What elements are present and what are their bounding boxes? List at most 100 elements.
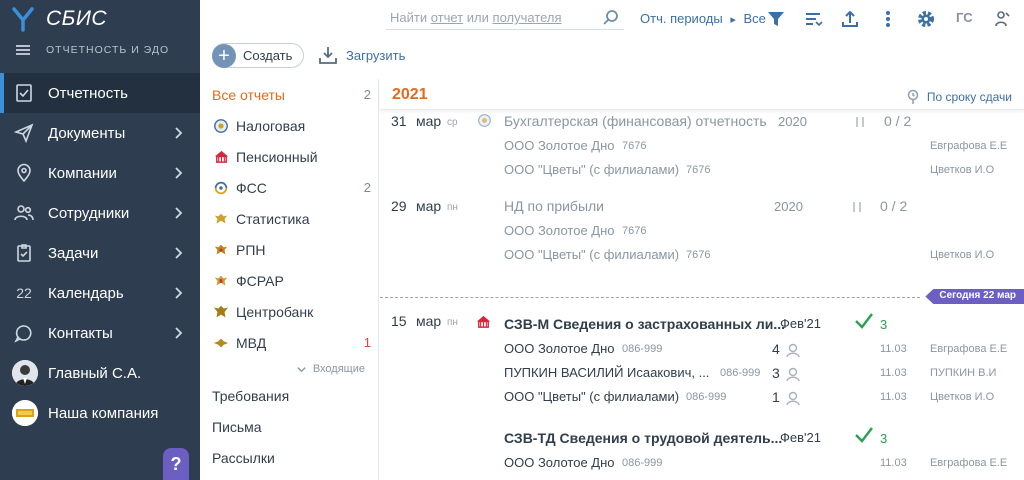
sidebar-item-companies[interactable]: Компании <box>0 153 200 193</box>
section-menu[interactable]: ОТЧЕТНОСТЬ И ЭДО <box>16 44 169 56</box>
sidebar-item-reporting[interactable]: Отчетность <box>0 73 200 113</box>
org-doc-count: 1 <box>772 389 780 405</box>
report-day: 15 <box>391 313 407 329</box>
org-date: 11.03 <box>880 367 907 379</box>
year-header: 2021 По сроку сдачи <box>380 80 1024 110</box>
sidebar-item-label: Сотрудники <box>48 204 130 222</box>
report-user: Евграфова Е.Е <box>930 457 1008 469</box>
period-value: Все <box>743 11 766 26</box>
list-settings-icon[interactable] <box>803 9 823 29</box>
today-divider <box>380 297 920 298</box>
report-group[interactable]: СЗВ-ТД Сведения о трудовой деятель... Фе… <box>380 427 1024 480</box>
filter-label: Пенсионный <box>236 148 318 165</box>
sidebar: СБИС ОТЧЕТНОСТЬ И ЭДО Отчетность Докумен… <box>0 0 200 480</box>
filter-icon[interactable] <box>766 9 786 29</box>
more-icon[interactable] <box>878 9 898 29</box>
chevron-right-icon[interactable] <box>170 285 186 301</box>
filter-requirements[interactable]: Требования <box>200 380 379 411</box>
filter-fsrar[interactable]: ФСРАР <box>200 265 379 296</box>
report-title[interactable]: НД по прибыли <box>504 198 604 214</box>
report-weekday: пн <box>447 317 458 328</box>
report-period: Фев'21 <box>780 430 821 445</box>
chevron-right-icon[interactable] <box>170 125 186 141</box>
report-user: Евграфова Е.Е <box>930 343 1008 355</box>
filter-fss[interactable]: ФСС 2 <box>200 172 379 203</box>
sbis-logo-icon <box>12 7 34 32</box>
filter-rpn[interactable]: РПН <box>200 234 379 265</box>
org-date: 11.03 <box>880 391 907 403</box>
report-title[interactable]: Бухгалтерская (финансовая) отчетность <box>504 113 767 129</box>
report-year: 2020 <box>774 199 803 214</box>
chat-icon <box>12 321 36 345</box>
company-logo-icon <box>12 400 38 426</box>
org-name[interactable]: ООО Золотое Дно <box>504 455 615 470</box>
org-name[interactable]: ПУПКИН ВАСИЛИЙ Исаакович, ... <box>504 365 709 380</box>
filter-mailings[interactable]: Рассылки <box>200 442 379 473</box>
period-filter[interactable]: Отч. периоды ▸ Все <box>640 11 766 26</box>
sidebar-item-company[interactable]: Наша компания <box>0 393 200 433</box>
chevron-right-icon[interactable] <box>170 245 186 261</box>
filter-label: Налоговая <box>236 117 306 134</box>
org-name[interactable]: ООО "Цветы" (с филиалами) <box>504 247 679 262</box>
org-name[interactable]: ООО Золотое Дно <box>504 341 615 356</box>
gear-icon[interactable] <box>916 9 936 29</box>
search-input[interactable]: Найти отчет или получателя <box>386 6 624 30</box>
sort-by-deadline[interactable]: По сроку сдачи <box>905 89 1012 105</box>
tax-emblem-icon <box>212 117 230 135</box>
report-group[interactable]: 29 мар пн НД по прибыли 2020 0 / 2 ООО З… <box>380 197 1024 267</box>
filter-label: Статистика <box>236 210 310 227</box>
people-icon <box>12 201 36 225</box>
download-icon <box>319 47 337 64</box>
filter-central-bank[interactable]: Центробанк <box>200 296 379 327</box>
search-placeholder: Найти отчет или получателя <box>386 10 562 25</box>
report-group[interactable]: 31 мар ср Бухгалтерская (финансовая) отч… <box>380 112 1024 182</box>
user-initials[interactable]: ГС <box>956 10 973 25</box>
chevron-right-icon[interactable] <box>170 325 186 341</box>
report-title[interactable]: СЗВ-ТД Сведения о трудовой деятель... <box>504 430 782 446</box>
menu-icon[interactable] <box>16 45 30 55</box>
sidebar-item-documents[interactable]: Документы <box>0 113 200 153</box>
report-weekday: ср <box>447 117 458 128</box>
org-code: 7676 <box>622 140 647 152</box>
report-group[interactable]: 15 мар пн СЗВ-М Сведения о застрахованны… <box>380 312 1024 412</box>
chevron-right-icon[interactable] <box>170 165 186 181</box>
clipboard-check-icon <box>12 241 36 265</box>
sidebar-item-calendar[interactable]: 22 Календарь <box>0 273 200 313</box>
create-button[interactable]: + Создать <box>212 43 304 68</box>
org-name[interactable]: ООО Золотое Дно <box>504 223 615 238</box>
app-logo-text: СБИС <box>46 7 108 30</box>
filter-count: 2 <box>363 87 371 102</box>
sidebar-item-contacts[interactable]: Контакты <box>0 313 200 353</box>
org-date: 11.03 <box>880 343 907 355</box>
filter-statistics[interactable]: Статистика <box>200 203 379 234</box>
upload-button[interactable]: Загрузить <box>318 45 405 65</box>
user-menu-icon[interactable] <box>992 9 1012 29</box>
filter-label: Центробанк <box>236 303 314 320</box>
chevron-right-icon[interactable] <box>170 205 186 221</box>
upload-button-label: Загрузить <box>346 47 406 63</box>
filter-pension[interactable]: Пенсионный <box>200 141 379 172</box>
report-month: мар <box>416 198 442 214</box>
org-name[interactable]: ООО "Цветы" (с филиалами) <box>504 162 679 177</box>
report-title[interactable]: СЗВ-М Сведения о застрахованных ли... <box>504 316 785 332</box>
clock-pin-icon <box>907 89 919 104</box>
period-separator: ▸ <box>730 14 736 26</box>
pause-icon <box>853 202 861 212</box>
filter-all-reports[interactable]: Все отчеты 2 <box>200 79 379 110</box>
sidebar-item-employees[interactable]: Сотрудники <box>0 193 200 233</box>
search-icon[interactable] <box>602 9 620 27</box>
today-badge: Сегодня 22 мар <box>925 289 1024 304</box>
report-user: ПУПКИН В.И <box>930 367 997 379</box>
org-code: 7676 <box>622 225 647 237</box>
incoming-toggle[interactable]: Входящие <box>200 358 379 380</box>
filter-letters[interactable]: Письма <box>200 411 379 442</box>
sidebar-item-user[interactable]: Главный С.А. <box>0 353 200 393</box>
app-logo[interactable]: СБИС <box>10 4 107 34</box>
filter-mvd[interactable]: МВД 1 <box>200 327 379 358</box>
org-name[interactable]: ООО Золотое Дно <box>504 138 615 153</box>
export-icon[interactable] <box>840 9 860 29</box>
help-button[interactable]: ? <box>163 448 189 480</box>
sidebar-item-tasks[interactable]: Задачи <box>0 233 200 273</box>
filter-tax[interactable]: Налоговая <box>200 110 379 141</box>
org-name[interactable]: ООО "Цветы" (с филиалами) <box>504 389 679 404</box>
